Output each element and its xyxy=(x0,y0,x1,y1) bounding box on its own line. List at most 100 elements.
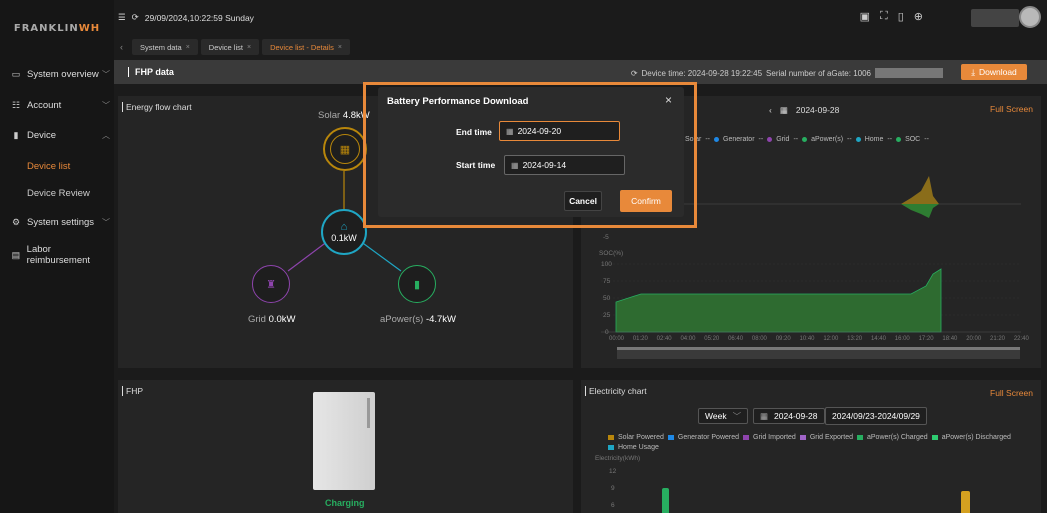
close-icon[interactable]: × xyxy=(186,44,190,51)
x-tick: 18:40 xyxy=(942,336,958,342)
tab-device-list[interactable]: Device list × xyxy=(200,39,260,55)
home-value: 0.1kW xyxy=(331,233,357,243)
chevron-down-icon: ﹀ xyxy=(102,100,110,110)
tab-label: System data xyxy=(140,42,182,52)
y-axis-label: Electricity(kWh) xyxy=(595,455,641,462)
refresh-icon[interactable]: ⟳ xyxy=(132,12,139,23)
tab-bar: ‹ System data × Device list × Device list … xyxy=(114,38,350,56)
mobile-icon[interactable]: ▯ xyxy=(898,10,904,23)
solar-label: Solar 4.8kW xyxy=(318,110,370,121)
y-tick: -5 xyxy=(603,234,609,241)
calendar-icon: ▦ xyxy=(760,410,769,421)
y-tick: 25 xyxy=(603,312,611,319)
globe-icon[interactable]: ⊕ xyxy=(914,10,923,23)
panel-title: Electricity chart xyxy=(585,386,647,396)
y-tick: 0 xyxy=(605,329,609,336)
tab-system-data[interactable]: System data × xyxy=(132,39,198,55)
sidebar-item-label: System settings xyxy=(27,216,95,228)
home-icon: ⌂ xyxy=(340,221,348,233)
page-title-bar: FHP data ⟳ Device time: 2024-09-28 19:22… xyxy=(114,60,1047,84)
sidebar-item-label: Device xyxy=(27,129,57,141)
sidebar-item-system-overview[interactable]: ▭ System overview ﹀ xyxy=(0,65,114,83)
monitor-icon: ▭ xyxy=(11,68,21,79)
bar xyxy=(662,488,669,513)
confirm-button[interactable]: Confirm xyxy=(620,190,672,212)
grid-value: 0.0kW xyxy=(268,314,296,325)
fhp-panel: FHP Charging xyxy=(118,380,573,513)
fullscreen-icon[interactable]: ⛶ xyxy=(880,10,888,23)
full-screen-link[interactable]: Full Screen xyxy=(990,388,1033,398)
home-node[interactable]: ⌂ 0.1kW xyxy=(321,209,367,255)
chevron-down-icon: ﹀ xyxy=(102,69,110,79)
solar-node[interactable]: ▦ xyxy=(323,127,367,171)
panel-title: FHP xyxy=(122,386,143,396)
x-tick: 21:20 xyxy=(990,336,1006,342)
document-icon: ▤ xyxy=(11,249,21,260)
start-time-input[interactable]: ▦ 2024-09-14 xyxy=(504,155,625,175)
download-label: Download xyxy=(978,67,1017,77)
apower-value: -4.7kW xyxy=(425,314,457,325)
sidebar-item-labor-reimbursement[interactable]: ▤ Labor reimbursement xyxy=(0,244,114,266)
start-time-value: 2024-09-14 xyxy=(522,160,567,170)
date-range: 2024/09/23-2024/09/29 xyxy=(825,407,927,425)
menu-toggle-icon[interactable]: ☰ xyxy=(118,12,126,23)
refresh-icon[interactable]: ⟳ xyxy=(631,69,638,78)
x-tick: 06:40 xyxy=(728,336,744,342)
serial-mask xyxy=(875,68,943,78)
x-tick: 04:00 xyxy=(680,336,696,342)
y-tick: 75 xyxy=(603,278,611,285)
sidebar-item-system-settings[interactable]: ⚙ System settings ﹀ xyxy=(0,213,114,231)
x-tick: 09:20 xyxy=(775,336,791,342)
grid-node[interactable]: ♜ xyxy=(252,265,290,303)
datetime-text: 29/09/2024,10:22:59 Sunday xyxy=(144,12,254,23)
x-tick: 05:20 xyxy=(704,336,720,342)
end-time-input[interactable]: ▦ 2024-09-20 xyxy=(499,121,620,141)
x-tick: 00:00 xyxy=(609,336,625,342)
tab-device-list-details[interactable]: Device list - Details × xyxy=(262,39,350,55)
apower-label: aPower(s) -4.7kW xyxy=(380,314,457,325)
bar xyxy=(961,491,970,513)
date-picker[interactable]: ▦ 2024-09-28 xyxy=(753,408,825,424)
avatar[interactable] xyxy=(1019,6,1041,28)
sidebar-subitem-device-review[interactable]: Device Review xyxy=(27,188,90,199)
calendar-icon: ▦ xyxy=(506,126,514,136)
export-icon[interactable]: ▣ xyxy=(860,10,870,23)
apower-node[interactable]: ▮ xyxy=(398,265,436,303)
close-icon[interactable]: × xyxy=(338,44,342,51)
x-tick: 01:20 xyxy=(632,336,648,342)
period-value: Week xyxy=(705,411,727,421)
start-time-label: Start time xyxy=(456,160,496,170)
tab-scroll-left-icon[interactable]: ‹ xyxy=(120,42,123,52)
x-axis-ticks: 00:00 01:20 02:40 04:00 05:20 06:40 08:00 09:20… xyxy=(609,336,1029,342)
electricity-chart-panel: Electricity chart Full Screen Week ﹀ ▦ 2… xyxy=(581,380,1041,513)
grid-label: Grid 0.0kW xyxy=(248,314,296,325)
grid-tower-icon: ♜ xyxy=(266,278,276,291)
chevron-down-icon: ﹀ xyxy=(102,217,110,227)
y-tick: 6 xyxy=(611,502,615,509)
x-tick: 08:00 xyxy=(751,336,767,342)
serial-number: Serial number of aGate: 1006 xyxy=(766,68,871,78)
device-info: ⟳ Device time: 2024-09-28 19:22:45 Seria… xyxy=(631,68,943,78)
user-name-masked[interactable] xyxy=(971,9,1019,27)
range-value: 2024/09/23-2024/09/29 xyxy=(832,411,920,421)
close-icon[interactable]: × xyxy=(665,93,672,107)
gear-icon: ⚙ xyxy=(11,216,21,227)
x-tick: 14:40 xyxy=(870,336,886,342)
close-icon[interactable]: × xyxy=(247,44,251,51)
users-icon: ☷ xyxy=(11,99,21,110)
sidebar-item-account[interactable]: ☷ Account ﹀ xyxy=(0,96,114,114)
electricity-legend-row2: Home Usage xyxy=(608,444,659,451)
download-button[interactable]: ⤓ Download xyxy=(961,64,1027,80)
y-tick: 100 xyxy=(601,261,612,268)
modal-title: Battery Performance Download xyxy=(387,96,529,107)
top-bar: ☰ ⟳ 29/09/2024,10:22:59 Sunday ▣ ⛶ ▯ ⊕ xyxy=(114,0,1047,36)
sidebar-subitem-device-list[interactable]: Device list xyxy=(27,161,70,172)
sidebar: FRANKLIN WH ▭ System overview ﹀ ☷ Account… xyxy=(0,0,114,513)
download-icon: ⤓ xyxy=(971,66,975,77)
period-select[interactable]: Week ﹀ xyxy=(698,408,749,424)
cancel-button[interactable]: Cancel xyxy=(564,191,602,211)
sidebar-item-device[interactable]: ▮ Device ︿ xyxy=(0,126,114,144)
soc-axis-label: SOC(%) xyxy=(599,250,624,257)
sidebar-item-label: Account xyxy=(27,99,62,111)
y-tick: 50 xyxy=(603,295,611,302)
